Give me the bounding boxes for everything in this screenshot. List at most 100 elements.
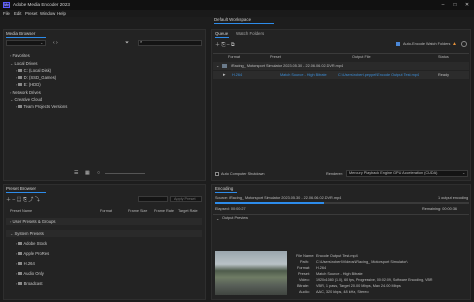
add-preset-icon[interactable]: ＋ – ▤ ⎘ ⤴ ⤵ bbox=[6, 196, 40, 203]
preset-browser-underline bbox=[6, 192, 46, 193]
tree-item-team-projects[interactable]: › Team Projects Versions bbox=[16, 104, 67, 109]
preset-row-broadcast[interactable]: › Broadcast bbox=[16, 281, 42, 286]
detail-value: VBR, 1 pass, Target 20.00 Mbps, Max 24.0… bbox=[316, 284, 401, 288]
detail-value: 1920x1080 (1.0), 60 fps, Progressive, 00… bbox=[316, 278, 433, 282]
col-format[interactable]: Format bbox=[228, 55, 240, 59]
media-browser-title: Media Browser bbox=[6, 31, 36, 36]
video-preview-thumbnail bbox=[215, 251, 287, 295]
auto-shutdown-checkbox[interactable] bbox=[215, 172, 219, 176]
output-preview-label: Output Preview bbox=[222, 216, 248, 220]
apply-preset-label: Apply Preset bbox=[174, 197, 196, 201]
output-preset-link[interactable]: Match Source - High Bitrate bbox=[280, 73, 327, 77]
auto-encode-checkbox[interactable] bbox=[396, 42, 400, 46]
filter-icon[interactable]: ⏷ bbox=[125, 40, 129, 46]
divider bbox=[213, 53, 469, 54]
maximize-icon[interactable]: □ bbox=[450, 1, 460, 9]
remaining-time: Remaining: 00:00:36 bbox=[422, 207, 458, 211]
workspace-underline bbox=[214, 23, 274, 24]
detail-value: Match Source - High Bitrate bbox=[316, 272, 363, 276]
progress-bar bbox=[215, 202, 325, 204]
queue-tab-underline bbox=[215, 37, 229, 38]
minimize-icon[interactable]: – bbox=[438, 1, 448, 9]
preset-row-h264[interactable]: › H.264 bbox=[16, 261, 35, 266]
preset-row-user[interactable]: › User Presets & Groups bbox=[10, 219, 56, 224]
window-title: Adobe Media Encoder 2023 bbox=[13, 2, 70, 7]
detail-key: Video: bbox=[299, 278, 310, 282]
media-search-input[interactable] bbox=[138, 40, 202, 46]
encoding-underline bbox=[215, 192, 237, 193]
preset-row-prores[interactable]: › Apple ProRes bbox=[16, 251, 49, 256]
tree-item-favorites[interactable]: › Favorites bbox=[10, 53, 30, 58]
detail-value: H.264 bbox=[316, 266, 327, 270]
tab-queue[interactable]: Queue bbox=[215, 31, 228, 36]
menu-window[interactable]: Window bbox=[40, 11, 55, 16]
stop-icon[interactable] bbox=[461, 41, 467, 47]
tree-item-d-drive[interactable]: › D: (SSD_Games) bbox=[16, 75, 56, 80]
zoom-icon[interactable]: ○ bbox=[97, 170, 100, 176]
close-icon[interactable]: ✕ bbox=[462, 1, 472, 9]
chevron-down-icon[interactable]: ⌄ bbox=[216, 216, 219, 221]
col-preset-name[interactable]: Preset Name bbox=[10, 209, 32, 213]
menu-bar bbox=[0, 10, 474, 17]
renderer-label: Renderer: bbox=[326, 172, 343, 176]
tree-item-local-drives[interactable]: ⌄ Local Drives bbox=[10, 61, 38, 66]
search-icon: ⌕ bbox=[140, 40, 143, 44]
list-view-icon[interactable]: ☰ bbox=[74, 170, 78, 176]
encoding-source-line: Source: iRacing_ Motorsport Simulator 20… bbox=[215, 196, 342, 200]
warning-icon: ▲ bbox=[452, 41, 457, 47]
preset-row-adobe-stock[interactable]: › Adobe Stock bbox=[16, 241, 47, 246]
detail-value: Encode Output Test.mp4 bbox=[316, 254, 358, 258]
detail-key: Path: bbox=[300, 260, 309, 264]
tree-item-c-drive[interactable]: › C: (Local Disk) bbox=[16, 68, 51, 73]
app-logo: Me bbox=[3, 2, 10, 8]
back-forward-icon[interactable]: ‹ › bbox=[53, 40, 58, 46]
media-browser-underline bbox=[6, 37, 46, 38]
output-format-link[interactable]: H.264 bbox=[232, 73, 242, 77]
preset-row-audio[interactable]: › Audio Only bbox=[16, 271, 44, 276]
menu-edit[interactable]: Edit bbox=[14, 11, 21, 16]
encoding-title: Encoding bbox=[215, 186, 234, 191]
tree-item-network-drives[interactable]: › Network Drives bbox=[10, 90, 41, 95]
detail-key: Format: bbox=[297, 266, 311, 270]
queue-panel bbox=[211, 29, 471, 181]
detail-value: C:\Users\robert\Videos\iRacing_ Motorspo… bbox=[316, 260, 408, 264]
elapsed-time: Elapsed: 00:00:27 bbox=[215, 207, 246, 211]
title-bar bbox=[0, 0, 474, 10]
tab-watch-folders[interactable]: Watch Folders bbox=[236, 31, 264, 36]
detail-key: Preset: bbox=[298, 272, 311, 276]
chevron-down-icon: ⌄ bbox=[40, 40, 44, 45]
output-file-link[interactable]: C:\Users\robert.peppel\Encode Output Tes… bbox=[338, 73, 419, 77]
detail-key: Audio: bbox=[299, 290, 310, 294]
preset-search-input[interactable] bbox=[138, 196, 168, 202]
video-file-icon bbox=[222, 64, 227, 68]
preset-row-system[interactable]: ⌄ System Presets bbox=[10, 231, 44, 236]
renderer-value: Mercury Playback Engine GPU Acceleration… bbox=[349, 171, 438, 175]
col-frame-rate[interactable]: Frame Rate bbox=[154, 209, 174, 213]
chevron-down-icon: ⌄ bbox=[462, 170, 466, 175]
grid-view-icon[interactable]: ▦ bbox=[85, 170, 90, 176]
col-preset[interactable]: Preset bbox=[270, 55, 281, 59]
col-output-file[interactable]: Output File bbox=[352, 55, 371, 59]
menu-file[interactable]: File bbox=[3, 11, 10, 16]
col-format[interactable]: Format bbox=[100, 209, 112, 213]
output-settings-icon: ▸ bbox=[223, 72, 226, 78]
col-status[interactable]: Status bbox=[438, 55, 449, 59]
col-target-rate[interactable]: Target Rate bbox=[178, 209, 198, 213]
queue-source-name: iRacing_ Motorsport Simulator 2023.05.30… bbox=[231, 64, 344, 68]
status-badge: Ready bbox=[438, 73, 449, 77]
encoding-count: 1 output encoding bbox=[438, 196, 469, 200]
queue-toolbar-icons[interactable]: ＋ ⎘ – ⧉ bbox=[215, 41, 235, 48]
col-frame-size[interactable]: Frame Size bbox=[128, 209, 147, 213]
detail-value: AAC, 320 kbps, 48 kHz, Stereo bbox=[316, 290, 369, 294]
chevron-down-icon[interactable]: ⌄ bbox=[216, 63, 219, 68]
divider bbox=[213, 214, 469, 215]
preset-browser-title: Preset Browser bbox=[6, 186, 37, 191]
auto-encode-label: Auto-Encode Watch Folders bbox=[403, 42, 451, 46]
auto-shutdown-label: Auto Computer Shutdown bbox=[221, 172, 265, 176]
zoom-slider[interactable] bbox=[105, 173, 145, 174]
tree-item-e-drive[interactable]: › E: (HDD) bbox=[16, 82, 41, 87]
tree-item-creative-cloud[interactable]: ⌄ Creative Cloud bbox=[10, 97, 42, 102]
menu-help[interactable]: Help bbox=[57, 11, 66, 16]
menu-preset[interactable]: Preset bbox=[25, 11, 37, 16]
workspace-label[interactable]: Default Workspace bbox=[214, 17, 251, 22]
